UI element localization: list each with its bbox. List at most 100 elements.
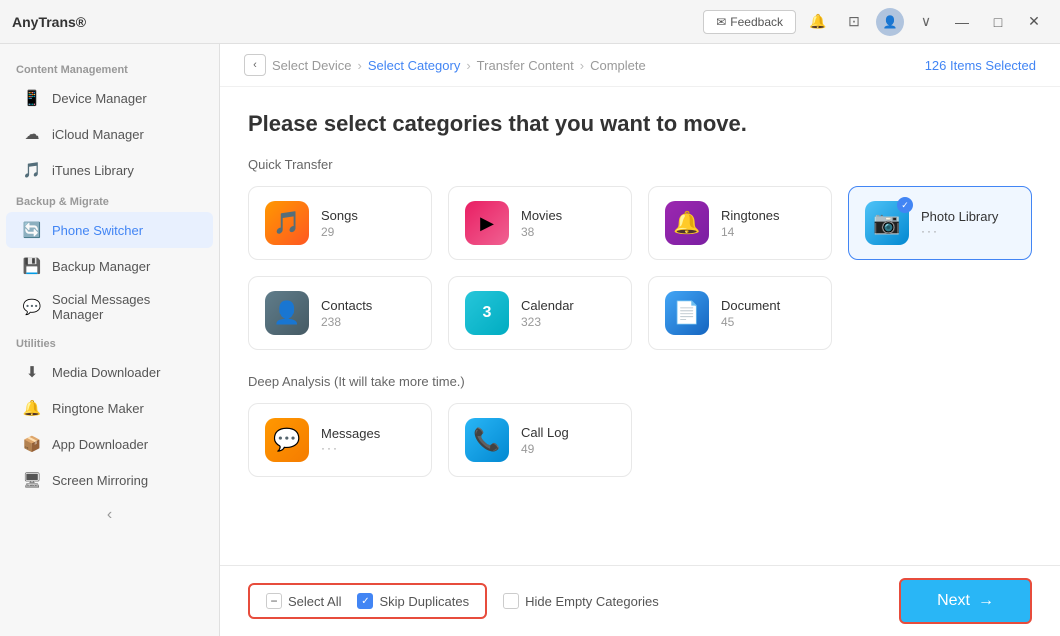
category-contacts[interactable]: 👤 Contacts 238 — [248, 276, 432, 350]
titlebar-left: AnyTrans® — [12, 14, 86, 30]
page-content: Please select categories that you want t… — [220, 87, 1060, 565]
calllog-icon-wrap: 📞 — [465, 418, 509, 462]
next-label: Next — [937, 592, 970, 610]
sidebar-item-icloud-manager[interactable]: ☁ iCloud Manager — [6, 116, 213, 152]
messages-name: Messages — [321, 426, 380, 441]
bell-icon[interactable]: 🔔 — [804, 8, 832, 36]
messages-count: ··· — [321, 441, 380, 455]
feedback-label: Feedback — [730, 15, 783, 29]
phone-switcher-label: Phone Switcher — [52, 223, 143, 238]
messages-icon-wrap: 💬 — [265, 418, 309, 462]
songs-icon: 🎵 — [265, 201, 309, 245]
calllog-name: Call Log — [521, 425, 569, 440]
sidebar-item-media-downloader[interactable]: ⬇ Media Downloader — [6, 354, 213, 390]
ringtones-name: Ringtones — [721, 208, 780, 223]
songs-info: Songs 29 — [321, 208, 358, 239]
minimize-button[interactable]: — — [948, 8, 976, 36]
ringtone-maker-label: Ringtone Maker — [52, 401, 144, 416]
media-download-icon: ⬇ — [22, 362, 42, 382]
box-icon[interactable]: ⊡ — [840, 8, 868, 36]
close-button[interactable]: ✕ — [1020, 8, 1048, 36]
contacts-info: Contacts 238 — [321, 298, 372, 329]
skip-duplicates-label: Skip Duplicates — [379, 594, 469, 609]
messages-icon: 💬 — [265, 418, 309, 462]
ringtones-info: Ringtones 14 — [721, 208, 780, 239]
category-movies[interactable]: ▶ Movies 38 — [448, 186, 632, 260]
photo-library-icon-wrap: 📷 ✓ — [865, 201, 909, 245]
screen-mirror-label: Screen Mirroring — [52, 473, 148, 488]
skip-duplicates-checkbox[interactable]: ✓ Skip Duplicates — [357, 593, 469, 609]
select-all-label: Select All — [288, 594, 341, 609]
calendar-icon: 3 — [465, 291, 509, 335]
songs-name: Songs — [321, 208, 358, 223]
bottom-bar: − Select All ✓ Skip Duplicates Hide Empt… — [220, 565, 1060, 636]
songs-count: 29 — [321, 225, 358, 239]
hide-empty-checkbox[interactable]: Hide Empty Categories — [503, 593, 659, 609]
messages-info: Messages ··· — [321, 426, 380, 455]
phone-switcher-icon: 🔄 — [22, 220, 42, 240]
deep-analysis-label: Deep Analysis (It will take more time.) — [248, 374, 1032, 389]
select-all-checkbox[interactable]: − Select All — [266, 593, 341, 609]
ringtones-count: 14 — [721, 225, 780, 239]
quick-transfer-label: Quick Transfer — [248, 157, 1032, 172]
maximize-button[interactable]: □ — [984, 8, 1012, 36]
calllog-count: 49 — [521, 442, 569, 456]
titlebar: AnyTrans® ✉ Feedback 🔔 ⊡ 👤 ∨ — □ ✕ — [0, 0, 1060, 44]
breadcrumb-step-3: Transfer Content — [477, 58, 574, 73]
device-manager-label: Device Manager — [52, 91, 147, 106]
sidebar-item-phone-switcher[interactable]: 🔄 Phone Switcher — [6, 212, 213, 248]
avatar[interactable]: 👤 — [876, 8, 904, 36]
sidebar-item-backup-manager[interactable]: 💾 Backup Manager — [6, 248, 213, 284]
category-calendar[interactable]: 3 Calendar 323 — [448, 276, 632, 350]
document-count: 45 — [721, 315, 780, 329]
breadcrumb-sep-3: › — [580, 58, 584, 73]
sidebar: Content Management 📱 Device Manager ☁ iC… — [0, 44, 220, 636]
app-title: AnyTrans® — [12, 14, 86, 30]
calllog-icon: 📞 — [465, 418, 509, 462]
category-messages[interactable]: 💬 Messages ··· — [248, 403, 432, 477]
calendar-info: Calendar 323 — [521, 298, 574, 329]
breadcrumb-sep-1: › — [357, 58, 361, 73]
sidebar-item-social-messages[interactable]: 💬 Social Messages Manager — [6, 284, 213, 330]
calendar-count: 323 — [521, 315, 574, 329]
back-button[interactable]: ‹ — [244, 54, 266, 76]
sidebar-item-device-manager[interactable]: 📱 Device Manager — [6, 80, 213, 116]
breadcrumb-step-1: Select Device — [272, 58, 351, 73]
category-photo-library[interactable]: 📷 ✓ Photo Library ··· — [848, 186, 1032, 260]
contacts-icon: 👤 — [265, 291, 309, 335]
movies-count: 38 — [521, 225, 562, 239]
chevron-down-icon[interactable]: ∨ — [912, 8, 940, 36]
main-layout: Content Management 📱 Device Manager ☁ iC… — [0, 44, 1060, 636]
sidebar-collapse-button[interactable]: ‹ — [0, 498, 219, 532]
sidebar-item-itunes-library[interactable]: 🎵 iTunes Library — [6, 152, 213, 188]
category-document[interactable]: 📄 Document 45 — [648, 276, 832, 350]
content-area: ‹ Select Device › Select Category › Tran… — [220, 44, 1060, 636]
category-songs[interactable]: 🎵 Songs 29 — [248, 186, 432, 260]
calendar-name: Calendar — [521, 298, 574, 313]
category-ringtones[interactable]: 🔔 Ringtones 14 — [648, 186, 832, 260]
photo-library-info: Photo Library ··· — [921, 209, 998, 238]
breadcrumb-sep-2: › — [466, 58, 470, 73]
photo-check-badge: ✓ — [897, 197, 913, 213]
breadcrumb: ‹ Select Device › Select Category › Tran… — [244, 54, 646, 76]
next-button[interactable]: Next → — [899, 578, 1032, 624]
feedback-button[interactable]: ✉ Feedback — [703, 10, 796, 34]
ringtones-icon: 🔔 — [665, 201, 709, 245]
titlebar-right: ✉ Feedback 🔔 ⊡ 👤 ∨ — □ ✕ — [703, 8, 1048, 36]
social-icon: 💬 — [22, 297, 42, 317]
document-icon-wrap: 📄 — [665, 291, 709, 335]
itunes-icon: 🎵 — [22, 160, 42, 180]
items-selected-count: 126 Items Selected — [925, 58, 1036, 73]
breadcrumb-bar: ‹ Select Device › Select Category › Tran… — [220, 44, 1060, 87]
movies-name: Movies — [521, 208, 562, 223]
calendar-icon-wrap: 3 — [465, 291, 509, 335]
icloud-label: iCloud Manager — [52, 127, 144, 142]
sidebar-item-ringtone-maker[interactable]: 🔔 Ringtone Maker — [6, 390, 213, 426]
device-manager-icon: 📱 — [22, 88, 42, 108]
sidebar-item-app-downloader[interactable]: 📦 App Downloader — [6, 426, 213, 462]
section-backup-migrate: Backup & Migrate — [0, 188, 219, 212]
category-call-log[interactable]: 📞 Call Log 49 — [448, 403, 632, 477]
breadcrumb-step-4: Complete — [590, 58, 646, 73]
backup-icon: 💾 — [22, 256, 42, 276]
sidebar-item-screen-mirroring[interactable]: 🖥 Screen Mirroring — [6, 462, 213, 498]
